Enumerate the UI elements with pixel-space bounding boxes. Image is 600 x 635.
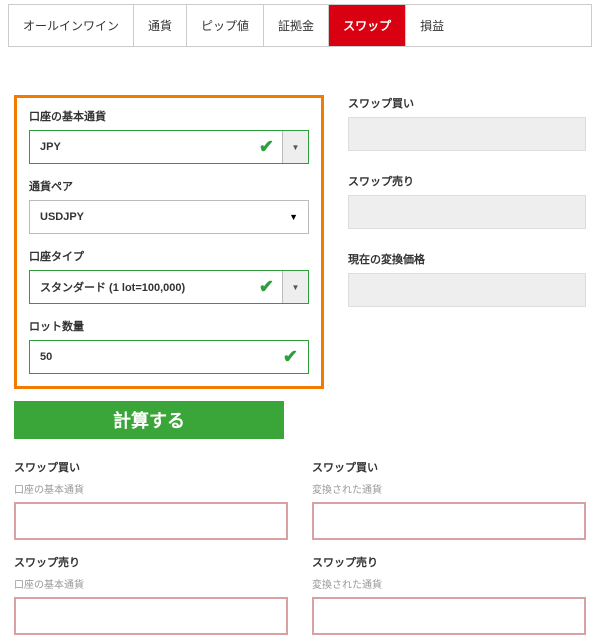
tab-currency[interactable]: 通貨 [134,5,187,46]
lot-input[interactable]: 50 ✔ [29,340,309,374]
lot-label: ロット数量 [29,318,309,334]
tab-margin[interactable]: 証拠金 [264,5,329,46]
result-swap-sell-label: スワップ売り [14,554,288,570]
tab-bar: オールインワイン 通貨 ピップ値 証拠金 スワップ 損益 [8,4,592,47]
rate-output [348,273,586,307]
base-currency-value: JPY [40,141,61,153]
pair-value: USDJPY [40,211,84,223]
account-type-label: 口座タイプ [29,248,309,264]
result-swap-buy-conv-input[interactable] [312,502,586,540]
pair-label: 通貨ペア [29,178,309,194]
tab-pip[interactable]: ピップ値 [187,5,264,46]
result-swap-sell-conv-label: スワップ売り [312,554,586,570]
tab-pl[interactable]: 損益 [406,5,458,46]
chevron-down-icon[interactable]: ▼ [289,212,298,222]
result-swap-buy-base-input[interactable] [14,502,288,540]
check-icon: ✔ [283,347,298,368]
tab-all-in-one[interactable]: オールインワイン [9,5,134,46]
result-sub-base: 口座の基本通貨 [14,481,288,496]
result-swap-sell-base-input[interactable] [14,597,288,635]
calculate-button[interactable]: 計算する [14,401,284,439]
tab-swap[interactable]: スワップ [329,5,406,46]
swap-sell-label: スワップ売り [348,173,586,189]
swap-buy-output [348,117,586,151]
account-type-value: スタンダード (1 lot=100,000) [40,279,185,295]
result-sub-conv: 変換された通貨 [312,481,586,496]
result-sub-conv: 変換された通貨 [312,576,586,591]
base-currency-label: 口座の基本通貨 [29,108,309,124]
base-currency-select[interactable]: JPY ✔ ▼ [29,130,309,164]
chevron-down-icon[interactable]: ▼ [282,131,308,163]
rate-label: 現在の変換価格 [348,251,586,267]
check-icon: ✔ [259,137,274,158]
result-sub-base: 口座の基本通貨 [14,576,288,591]
chevron-down-icon[interactable]: ▼ [282,271,308,303]
input-highlight-box: 口座の基本通貨 JPY ✔ ▼ 通貨ペア USDJPY ▼ 口座タイプ スタンダ… [14,95,324,389]
swap-buy-label: スワップ買い [348,95,586,111]
result-swap-buy-conv-label: スワップ買い [312,459,586,475]
result-swap-buy-label: スワップ買い [14,459,288,475]
pair-select[interactable]: USDJPY ▼ [29,200,309,234]
swap-sell-output [348,195,586,229]
lot-value: 50 [40,351,52,363]
check-icon: ✔ [259,277,274,298]
account-type-select[interactable]: スタンダード (1 lot=100,000) ✔ ▼ [29,270,309,304]
result-swap-sell-conv-input[interactable] [312,597,586,635]
